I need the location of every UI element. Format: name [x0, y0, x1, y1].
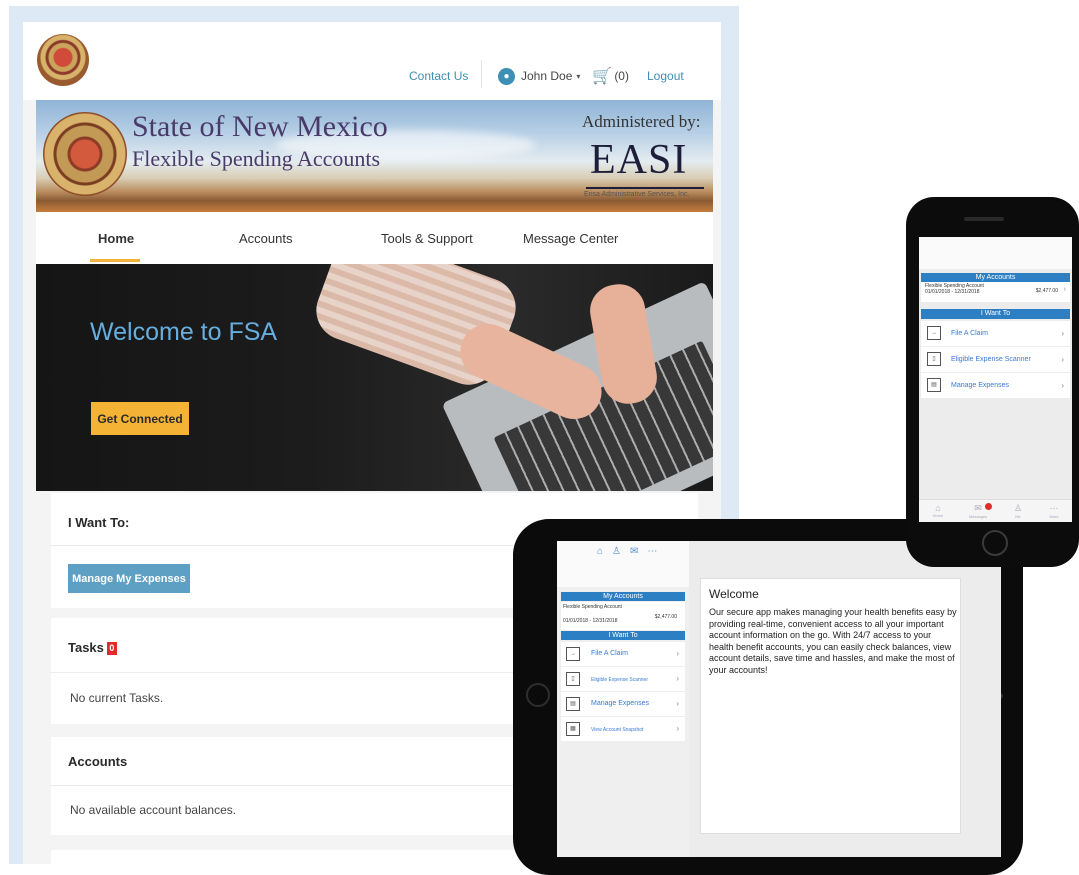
phone-account-amount: $2,477.00	[1035, 288, 1058, 294]
chevron-right-icon: ›	[676, 724, 679, 733]
chevron-right-icon: ›	[1061, 329, 1064, 338]
phone-home-button	[982, 530, 1008, 556]
get-connected-button[interactable]: Get Connected	[91, 402, 189, 435]
chevron-right-icon: ›	[1061, 381, 1064, 390]
phone-screen: My Accounts Flexible Spending Account 01…	[919, 237, 1072, 522]
accounts-heading: Accounts	[68, 754, 128, 769]
easi-fullname: Erisa Administrative Services, Inc.	[584, 191, 690, 198]
claim-icon: →	[566, 647, 580, 661]
chevron-right-icon: ›	[1061, 355, 1064, 364]
tablet-file-claim-item[interactable]: → File A Claim ›	[561, 641, 685, 666]
hero-banner: Welcome to FSA Get Connected	[36, 264, 713, 491]
phone-manage-expenses-item[interactable]: ▤ Manage Expenses ›	[921, 372, 1070, 398]
banner-title: State of New Mexico	[132, 110, 388, 143]
phone-device: My Accounts Flexible Spending Account 01…	[906, 197, 1079, 567]
nav-home[interactable]: Home	[98, 231, 134, 246]
tablet-snapshot-item[interactable]: ▦ View Account Snapshot ›	[561, 716, 685, 741]
tablet-sidebar-header: ⌂♙✉⋯	[557, 541, 689, 587]
tablet-account-row[interactable]: Flexible Spending Account 01/01/2018 - 1…	[561, 602, 685, 630]
chevron-right-icon: ›	[676, 674, 679, 683]
expenses-icon: ▤	[566, 697, 580, 711]
snapshot-icon: ▦	[566, 722, 580, 736]
phone-item-label: File A Claim	[951, 330, 988, 337]
phone-account-row[interactable]: Flexible Spending Account 01/01/2018 - 1…	[921, 282, 1070, 302]
tablet-welcome-title: Welcome	[709, 587, 759, 601]
accounts-empty-text: No available account balances.	[70, 803, 237, 817]
tablet-manage-expenses-item[interactable]: ▤ Manage Expenses ›	[561, 691, 685, 716]
tablet-toolbar-icons[interactable]: ⌂♙✉⋯	[597, 546, 666, 557]
messages-badge	[985, 503, 992, 510]
phone-tab-bar: ⌂ Home ✉ Messages ♙ Me ⋯ More	[919, 499, 1072, 522]
barcode-icon: ▯	[566, 672, 580, 686]
chevron-down-icon: ▾	[576, 71, 581, 81]
phone-item-label: Eligible Expense Scanner	[951, 356, 1031, 363]
divider	[481, 60, 482, 88]
user-menu[interactable]: ● John Doe ▾ 🛒 (0)	[498, 66, 629, 86]
phone-scanner-item[interactable]: ▯ Eligible Expense Scanner ›	[921, 346, 1070, 372]
user-icon: ●	[498, 67, 515, 85]
tasks-empty-text: No current Tasks.	[70, 691, 164, 705]
phone-tab-label: More	[1049, 514, 1059, 519]
tablet-scanner-item[interactable]: ▯ Eligible Expense Scanner ›	[561, 666, 685, 691]
logout-link[interactable]: Logout	[647, 66, 684, 86]
nav-tools-support[interactable]: Tools & Support	[381, 231, 473, 246]
barcode-icon: ▯	[927, 352, 941, 366]
tasks-count-badge: 0	[106, 642, 117, 655]
state-seal-logo[interactable]	[37, 34, 89, 86]
easi-logo: EASI	[590, 137, 688, 183]
tablet-item-label: Manage Expenses	[591, 700, 649, 707]
tablet-item-label: Eligible Expense Scanner	[591, 677, 648, 683]
phone-tab-me[interactable]: ♙ Me	[1003, 503, 1033, 519]
banner-subtitle: Flexible Spending Accounts	[132, 146, 381, 171]
tasks-heading: Tasks 0	[68, 640, 117, 655]
chevron-right-icon: ›	[676, 649, 679, 658]
claim-icon: →	[927, 326, 941, 340]
tablet-i-want-to-bar: I Want To	[561, 631, 685, 640]
tablet-account-amount: $2,477.00	[654, 614, 677, 620]
phone-tab-label: Messages	[968, 514, 988, 519]
chevron-right-icon: ›	[1063, 286, 1066, 293]
phone-item-label: Manage Expenses	[951, 382, 1009, 389]
expenses-icon: ▤	[927, 378, 941, 392]
administered-by-label: Administered by:	[582, 112, 701, 131]
hero-title: Welcome to FSA	[90, 318, 278, 346]
phone-tab-home[interactable]: ⌂ Home	[923, 503, 953, 518]
nav-accounts[interactable]: Accounts	[239, 231, 292, 246]
phone-i-want-to-bar: I Want To	[921, 309, 1070, 319]
i-want-to-heading: I Want To:	[68, 515, 130, 530]
tablet-screen: ⌂♙✉⋯ My Accounts Flexible Spending Accou…	[557, 541, 1001, 857]
tablet-item-label: View Account Snapshot	[591, 727, 644, 733]
tablet-item-label: File A Claim	[591, 650, 628, 657]
main-nav: Home Accounts Tools & Support Message Ce…	[36, 212, 713, 264]
tasks-heading-label: Tasks	[68, 640, 104, 655]
cart-count: (0)	[614, 69, 629, 83]
phone-tab-label: Home	[932, 513, 944, 518]
phone-tab-label: Me	[1015, 514, 1021, 519]
header-banner: State of New Mexico Flexible Spending Ac…	[36, 100, 713, 212]
marketing-composite: Contact Us ● John Doe ▾ 🛒 (0) Logout Sta…	[0, 0, 1079, 875]
state-seal-banner	[43, 112, 127, 196]
phone-header	[919, 237, 1072, 269]
tablet-my-accounts-bar: My Accounts	[561, 592, 685, 601]
nav-message-center[interactable]: Message Center	[523, 231, 618, 246]
tablet-welcome-panel: Welcome Our secure app makes managing yo…	[700, 578, 961, 834]
phone-tab-more[interactable]: ⋯ More	[1039, 503, 1069, 519]
phone-file-claim-item[interactable]: → File A Claim ›	[921, 320, 1070, 346]
cart-icon[interactable]: 🛒	[592, 66, 612, 86]
tablet-account-name: Flexible Spending Account	[563, 604, 622, 610]
user-name: John Doe	[521, 69, 573, 83]
contact-us-link[interactable]: Contact Us	[409, 66, 468, 86]
tablet-home-button	[526, 683, 550, 707]
phone-speaker	[964, 217, 1004, 221]
top-bar: Contact Us ● John Doe ▾ 🛒 (0) Logout	[23, 22, 721, 100]
tablet-welcome-body: Our secure app makes managing your healt…	[709, 607, 957, 675]
chevron-right-icon: ›	[676, 699, 679, 708]
nav-active-indicator	[90, 259, 140, 262]
manage-my-expenses-button[interactable]: Manage My Expenses	[68, 564, 190, 593]
tablet-device: ⌂♙✉⋯ My Accounts Flexible Spending Accou…	[513, 519, 1023, 875]
tablet-sidebar: ⌂♙✉⋯ My Accounts Flexible Spending Accou…	[557, 541, 689, 857]
easi-logo-rule	[586, 187, 704, 189]
